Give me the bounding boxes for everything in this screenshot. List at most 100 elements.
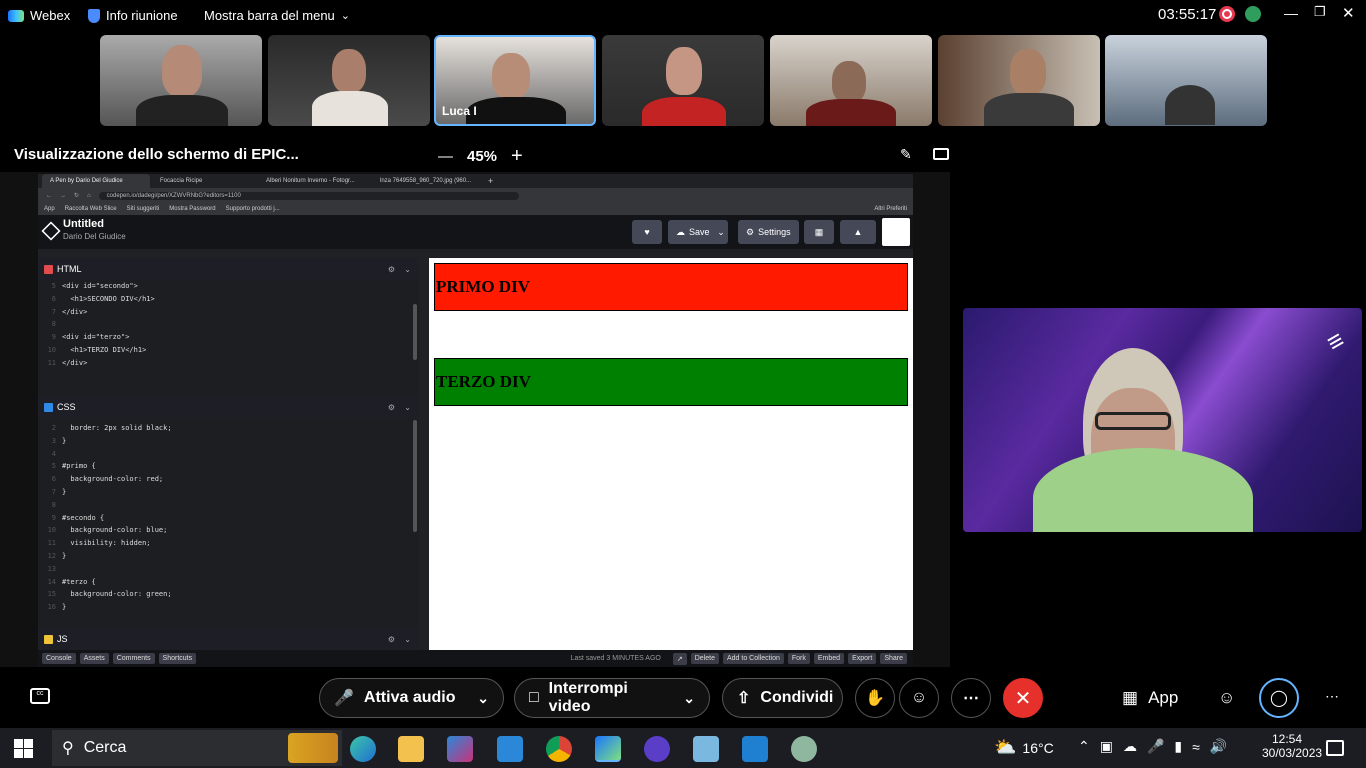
more-options-icon[interactable]: ⋯ — [951, 678, 991, 718]
minimize-icon[interactable]: — — [1284, 5, 1298, 21]
vscode-icon[interactable] — [742, 736, 768, 762]
html-scrollbar[interactable] — [413, 304, 417, 360]
volume-icon[interactable]: 🔊 — [1210, 738, 1227, 755]
layout-button[interactable]: ▦ — [804, 220, 834, 244]
pin-button[interactable]: ▲ — [840, 220, 876, 244]
participants-icon[interactable]: ☺ — [1218, 688, 1235, 708]
stats-icon[interactable] — [1245, 6, 1261, 22]
gear-icon[interactable]: ⚙ — [388, 403, 395, 412]
bookmark[interactable]: Supporto prodotti j... — [226, 206, 280, 212]
bookmark[interactable]: Mostra Password — [169, 206, 215, 212]
gear-icon[interactable]: ⚙ — [388, 635, 395, 644]
chevron-down-icon[interactable]: ⌄ — [404, 265, 411, 274]
close-window-icon[interactable]: ✕ — [1342, 4, 1355, 22]
css-editor[interactable]: 2 border: 2px solid black; 3} 4 5 #primo {6 … — [38, 418, 419, 630]
wifi-icon[interactable]: ≈ — [1192, 739, 1200, 755]
taskbar-clock[interactable]: 12:54 30/03/2023 — [1262, 732, 1322, 760]
annotate-icon[interactable]: ✎ — [900, 146, 912, 163]
pen-author[interactable]: Dario Del Giudice — [63, 232, 126, 241]
stop-video-button[interactable]: □ Interrompi video ⌄ — [514, 678, 710, 718]
reload-icon[interactable]: ↻ — [74, 192, 79, 199]
participant-video[interactable] — [268, 35, 430, 126]
webex-taskbar-icon[interactable] — [595, 736, 621, 762]
participant-video[interactable] — [770, 35, 932, 126]
avatar[interactable] — [882, 218, 910, 246]
battery-icon[interactable]: ▮ — [1174, 738, 1182, 755]
webex-app-menu[interactable]: Webex — [8, 8, 70, 23]
chat-icon[interactable]: ◯ — [1259, 678, 1299, 718]
edge-icon[interactable] — [350, 736, 376, 762]
taskbar-search[interactable]: ⚲ Cerca — [52, 730, 342, 766]
save-button[interactable]: ☁ Save — [668, 220, 718, 244]
participant-video[interactable] — [100, 35, 262, 126]
participant-video[interactable] — [1105, 35, 1267, 126]
bookmark[interactable]: Altri Preferiti — [874, 206, 907, 212]
presenter-video[interactable]: ≡ — [963, 308, 1362, 532]
bookmark[interactable]: Siti suggeriti — [127, 206, 160, 212]
camera-icon[interactable]: ▣ — [1100, 738, 1113, 755]
comments-button[interactable]: Comments — [112, 653, 155, 664]
unmute-button[interactable]: 🎤 Attiva audio ⌄ — [319, 678, 504, 718]
css-scrollbar[interactable] — [413, 420, 417, 532]
share-button[interactable]: Share — [880, 653, 907, 664]
home-icon[interactable]: ⌂ — [87, 193, 91, 199]
apps-button[interactable]: ▦ App — [1122, 688, 1178, 708]
meeting-info-button[interactable]: Info riunione — [88, 8, 178, 23]
url-field[interactable]: codepen.io/dadegi/pen/XZWVRNbG?editors=1… — [98, 191, 519, 200]
pen-title[interactable]: Untitled — [63, 218, 104, 230]
reactions-icon[interactable]: ☺ — [899, 678, 939, 718]
notifications-icon[interactable] — [1326, 740, 1344, 756]
chevron-down-icon[interactable]: ⌄ — [404, 403, 411, 412]
popout-icon[interactable]: ↗ — [672, 652, 687, 665]
gear-icon[interactable]: ⚙ — [388, 265, 395, 274]
bookmark[interactable]: App — [44, 206, 55, 212]
delete-button[interactable]: Delete — [690, 653, 719, 664]
cloud-icon[interactable]: ☁ — [1123, 738, 1137, 755]
like-button[interactable]: ♥ — [632, 220, 662, 244]
captions-icon[interactable]: cc — [30, 688, 50, 704]
file-explorer-icon[interactable] — [398, 736, 424, 762]
codepen-logo-icon[interactable] — [41, 221, 61, 241]
show-menu-bar-toggle[interactable]: Mostra barra del menu ⌄ — [204, 8, 350, 23]
chevron-down-icon[interactable]: ⌄ — [477, 690, 489, 707]
raise-hand-icon[interactable]: ✋ — [855, 678, 895, 718]
console-button[interactable]: Console — [42, 653, 76, 664]
browser-tab[interactable]: A Pen by Dario Del Giudice — [42, 174, 150, 188]
assets-button[interactable]: Assets — [79, 653, 109, 664]
bookmark[interactable]: Raccolta Web Slice — [65, 206, 117, 212]
chevron-down-icon[interactable]: ⌄ — [404, 635, 411, 644]
participant-video[interactable] — [602, 35, 764, 126]
weather-widget[interactable]: ⛅ 16°C — [994, 737, 1054, 758]
chevron-up-icon[interactable]: ⌃ — [1078, 738, 1090, 755]
fork-button[interactable]: Fork — [787, 653, 810, 664]
new-tab-icon[interactable]: + — [488, 176, 493, 186]
restore-icon[interactable]: ❐ — [1314, 4, 1326, 20]
microphone-icon[interactable]: 🎤 — [1147, 738, 1164, 755]
end-call-button[interactable]: ✕ — [1003, 678, 1043, 718]
html-editor[interactable]: 5 <div id="secondo"> 6 <h1>SECONDO DIV</h1… — [38, 280, 419, 392]
embed-button[interactable]: Embed — [813, 653, 845, 664]
export-button[interactable]: Export — [848, 653, 877, 664]
forward-icon[interactable]: → — [60, 193, 66, 199]
store-icon[interactable] — [447, 736, 473, 762]
browser-tab[interactable]: Focaccia Ricipe — [152, 174, 256, 188]
participant-video-active[interactable]: Luca I — [434, 35, 596, 126]
zoom-in-button[interactable]: + — [511, 145, 523, 168]
chrome-icon[interactable] — [546, 736, 572, 762]
save-dropdown[interactable]: ⌄ — [714, 220, 728, 244]
back-icon[interactable]: ← — [46, 193, 52, 199]
more-icon[interactable]: ⋯ — [1325, 688, 1339, 705]
paint-icon[interactable] — [791, 736, 817, 762]
app-icon[interactable] — [644, 736, 670, 762]
mail-icon[interactable] — [497, 736, 523, 762]
participant-video[interactable] — [938, 35, 1100, 126]
browser-tab[interactable]: lnza 7649558_960_720.jpg (960... — [372, 174, 482, 188]
add-to-collection-button[interactable]: Add to Collection — [722, 653, 784, 664]
browser-tab[interactable]: Alberi Noniturn Inverno - Fotogr... — [258, 174, 370, 188]
chevron-down-icon[interactable]: ⌄ — [683, 690, 695, 707]
app-icon[interactable] — [693, 736, 719, 762]
share-content-button[interactable]: ⇧ Condividi — [722, 678, 843, 718]
windows-start-icon[interactable] — [14, 739, 33, 758]
zoom-out-button[interactable]: — — [438, 148, 453, 165]
settings-button[interactable]: ⚙ Settings — [738, 220, 799, 244]
